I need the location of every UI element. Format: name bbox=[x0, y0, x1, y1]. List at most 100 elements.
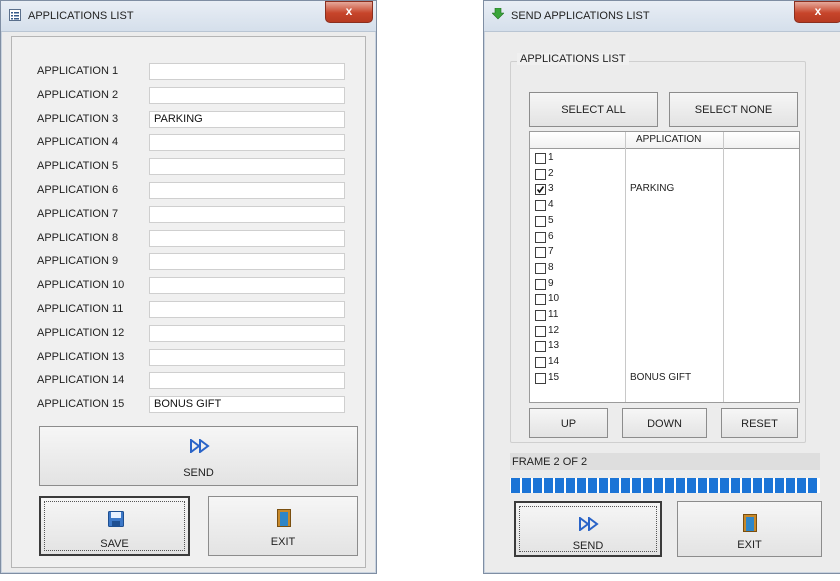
application-field[interactable] bbox=[149, 348, 345, 366]
row-checkbox[interactable] bbox=[535, 278, 546, 290]
row-number: 7 bbox=[548, 246, 554, 258]
send-label: SEND bbox=[183, 467, 214, 479]
column-header-application: APPLICATION bbox=[636, 134, 702, 145]
send-button[interactable]: SEND bbox=[39, 426, 358, 486]
grid-row[interactable]: 3 PARKING bbox=[530, 183, 799, 196]
select-none-button[interactable]: SELECT NONE bbox=[669, 92, 798, 127]
application-label: APPLICATION 14 bbox=[37, 374, 125, 387]
progress-segment bbox=[621, 478, 630, 493]
grid-row[interactable]: 2 bbox=[530, 168, 799, 181]
close-icon: x bbox=[814, 4, 822, 18]
grid-row[interactable]: 4 bbox=[530, 199, 799, 212]
row-number: 6 bbox=[548, 230, 554, 242]
grid-row[interactable]: 12 bbox=[530, 325, 799, 338]
row-checkbox[interactable] bbox=[535, 231, 546, 243]
send-applications-list-window: SEND APPLICATIONS LIST x APPLICATIONS LI… bbox=[483, 0, 840, 574]
grid-header: APPLICATION bbox=[530, 132, 799, 149]
row-checkbox[interactable] bbox=[535, 325, 546, 337]
row-number: 1 bbox=[548, 152, 554, 163]
progress-segment bbox=[764, 478, 773, 493]
application-field[interactable] bbox=[149, 158, 345, 176]
select-all-label: SELECT ALL bbox=[561, 104, 626, 116]
application-label: APPLICATION 8 bbox=[37, 231, 119, 244]
reset-button[interactable]: RESET bbox=[721, 408, 798, 438]
send-button[interactable]: SEND bbox=[514, 501, 662, 557]
row-number: 8 bbox=[548, 261, 554, 273]
up-button[interactable]: UP bbox=[529, 408, 608, 438]
window-title: SEND APPLICATIONS LIST bbox=[511, 10, 650, 22]
application-label: APPLICATION 4 bbox=[37, 136, 119, 149]
row-checkbox[interactable] bbox=[535, 294, 546, 306]
select-all-button[interactable]: SELECT ALL bbox=[529, 92, 658, 127]
application-field[interactable] bbox=[149, 324, 345, 342]
progress-segment bbox=[753, 478, 762, 493]
close-button[interactable]: x bbox=[325, 1, 373, 23]
down-button[interactable]: DOWN bbox=[622, 408, 707, 438]
application-field[interactable] bbox=[149, 301, 345, 318]
grid-row[interactable]: 7 bbox=[530, 246, 799, 259]
progress-segment bbox=[643, 478, 652, 493]
progress-segment bbox=[808, 478, 817, 493]
grid-row[interactable]: 5 bbox=[530, 215, 799, 228]
title-bar: APPLICATIONS LIST x bbox=[1, 1, 376, 32]
download-icon bbox=[492, 8, 504, 20]
row-number: 9 bbox=[548, 277, 554, 289]
grid-row[interactable]: 10 bbox=[530, 293, 799, 306]
grid-row[interactable]: 11 bbox=[530, 309, 799, 322]
application-label: APPLICATION 5 bbox=[37, 160, 119, 173]
grid-row[interactable]: 1 bbox=[530, 152, 799, 165]
application-field[interactable] bbox=[149, 63, 345, 80]
group-box-label: APPLICATIONS LIST bbox=[517, 53, 629, 65]
row-number: 4 bbox=[548, 199, 554, 211]
grid-row[interactable]: 8 bbox=[530, 262, 799, 275]
row-checkbox[interactable] bbox=[535, 200, 546, 212]
row-checkbox[interactable] bbox=[535, 184, 546, 196]
row-number: 15 bbox=[548, 371, 560, 383]
application-label: APPLICATION 6 bbox=[37, 184, 119, 196]
close-button[interactable]: x bbox=[794, 1, 840, 23]
application-field[interactable] bbox=[149, 182, 345, 199]
applications-grid[interactable]: APPLICATION 1 2 3 PARKING 4 5 6 7 8 9 10 11 12 13 14 15… bbox=[529, 131, 800, 403]
progress-segment bbox=[775, 478, 784, 493]
row-number: 10 bbox=[548, 293, 560, 305]
row-checkbox[interactable] bbox=[535, 168, 546, 180]
row-application: PARKING bbox=[630, 183, 675, 195]
row-application: BONUS GIFT bbox=[630, 371, 692, 383]
application-field[interactable] bbox=[149, 205, 345, 223]
grid-row[interactable]: 14 bbox=[530, 356, 799, 369]
save-button[interactable]: SAVE bbox=[39, 496, 190, 556]
reset-label: RESET bbox=[741, 418, 778, 430]
exit-button[interactable]: EXIT bbox=[677, 501, 822, 557]
application-label: APPLICATION 10 bbox=[37, 279, 125, 292]
exit-button[interactable]: EXIT bbox=[208, 496, 358, 556]
application-field[interactable] bbox=[149, 229, 345, 247]
progress-bar bbox=[510, 478, 820, 493]
row-checkbox[interactable] bbox=[535, 153, 546, 164]
fast-forward-icon bbox=[579, 517, 599, 531]
application-field[interactable]: PARKING bbox=[149, 110, 345, 128]
exit-label: EXIT bbox=[270, 536, 296, 548]
close-icon: x bbox=[345, 4, 353, 18]
row-checkbox[interactable] bbox=[535, 341, 546, 353]
grid-row[interactable]: 6 bbox=[530, 231, 799, 244]
application-field[interactable] bbox=[149, 134, 345, 152]
row-checkbox[interactable] bbox=[535, 247, 546, 259]
row-checkbox[interactable] bbox=[535, 262, 546, 274]
application-field[interactable] bbox=[149, 253, 345, 271]
frame-status: FRAME 2 OF 2 bbox=[512, 456, 588, 468]
application-field[interactable]: BONUS GIFT bbox=[149, 396, 345, 414]
row-checkbox[interactable] bbox=[535, 357, 546, 369]
row-checkbox[interactable] bbox=[535, 372, 546, 384]
application-label: APPLICATION 15 bbox=[37, 398, 125, 411]
grid-row[interactable]: 9 bbox=[530, 278, 799, 291]
row-checkbox[interactable] bbox=[535, 215, 546, 227]
application-field[interactable] bbox=[149, 86, 345, 104]
application-field[interactable] bbox=[149, 372, 345, 390]
grid-row[interactable]: 15 BONUS GIFT bbox=[530, 372, 799, 385]
row-checkbox[interactable] bbox=[535, 310, 546, 321]
application-field[interactable] bbox=[149, 277, 345, 295]
exit-label: EXIT bbox=[737, 539, 762, 551]
application-label: APPLICATION 3 bbox=[37, 112, 119, 125]
progress-segment bbox=[555, 478, 564, 493]
grid-row[interactable]: 13 bbox=[530, 340, 799, 353]
